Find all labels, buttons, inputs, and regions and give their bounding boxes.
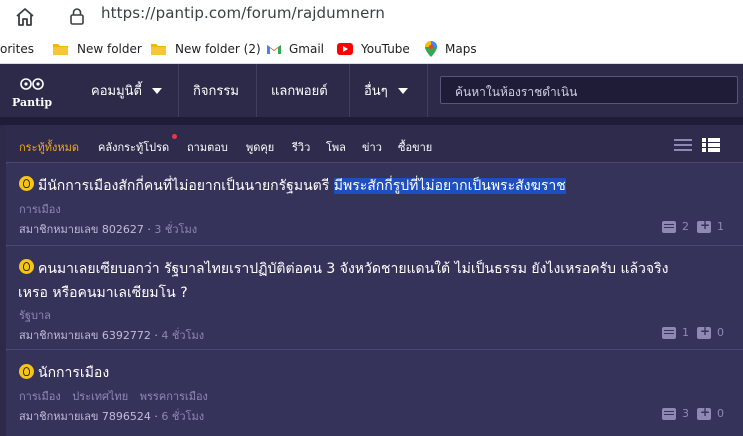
vote-count: 0 — [717, 407, 724, 420]
nav-community[interactable]: คอมมูนิตี้ — [77, 64, 179, 117]
vote-plus-icon — [697, 324, 711, 339]
nav-label: กิจกรรม — [193, 84, 239, 99]
bookmark-label: New folder — [77, 42, 142, 56]
folder-icon — [151, 44, 166, 55]
compact-list-view-icon[interactable] — [674, 138, 692, 152]
bookmark-label: orites — [0, 42, 34, 56]
topic-tags: การเมือง ประเทศไทย พรรคการเมือง — [19, 387, 216, 405]
comment-icon — [662, 220, 676, 233]
topic-title[interactable]: คนมาเลยเซียบอกว่า รัฐบาลไทยเราปฏิบัติต่อ… — [38, 258, 668, 280]
tab-poll[interactable]: โพล — [326, 138, 346, 156]
tag-link[interactable]: รัฐบาล — [19, 309, 51, 322]
bookmark-label: Gmail — [289, 42, 325, 56]
tag-link[interactable]: ประเทศไทย — [72, 390, 128, 403]
topic-tags: รัฐบาล — [19, 306, 59, 324]
maps-icon — [425, 41, 437, 57]
author-link[interactable]: สมาชิกหมายเลข 6392772 — [19, 329, 151, 342]
post-time: 4 ชั่วโมง — [161, 329, 205, 342]
tag-link[interactable]: พรรคการเมือง — [140, 390, 208, 403]
topic-meta: สมาชิกหมายเลข 7896524 · 6 ชั่วโมง — [19, 410, 205, 423]
tab-news[interactable]: ข่าว — [362, 138, 382, 156]
topic-meta: สมาชิกหมายเลข 802627 · 3 ชั่วโมง — [19, 223, 198, 236]
nav-label: อื่นๆ — [364, 84, 388, 99]
post-time: 3 ชั่วโมง — [154, 223, 198, 236]
bookmark-maps[interactable]: Maps — [425, 34, 477, 64]
tab-qa[interactable]: ถามตอบ — [187, 138, 228, 156]
nav-activities[interactable]: กิจกรรม — [179, 64, 257, 117]
comment-count: 2 — [682, 220, 689, 233]
home-icon[interactable] — [14, 6, 36, 28]
list-view-icon[interactable] — [702, 138, 720, 152]
tag-link[interactable]: การเมือง — [19, 203, 61, 216]
topic-title[interactable]: นักการเมือง — [38, 362, 109, 384]
youtube-icon — [337, 43, 353, 55]
bookmark-label: New folder (2) — [175, 42, 261, 56]
topic-title-continued[interactable]: เหรอ หรือคนมาเลเซียมโน ? — [18, 282, 188, 304]
pantip-logo-icon — [20, 78, 44, 90]
vote-count: 0 — [717, 326, 724, 339]
bookmarks-bar: orites New folder New folder (2) Gmail Y… — [0, 34, 743, 64]
topic-title-text: มีนักการเมืองสักกี่คนที่ไม่อยากเป็นนายกร… — [38, 178, 334, 194]
bookmark-youtube[interactable]: YouTube — [337, 34, 410, 64]
comment-count: 1 — [682, 326, 689, 339]
author-link[interactable]: สมาชิกหมายเลข 7896524 — [19, 410, 151, 423]
post-time: 6 ชั่วโมง — [161, 410, 205, 423]
comment-count: 3 — [682, 407, 689, 420]
logo-text: Pantip — [11, 96, 53, 109]
tag-link[interactable]: การเมือง — [19, 390, 61, 403]
pantip-logo[interactable]: Pantip — [8, 74, 56, 110]
topic-stats: 3 0 — [662, 405, 724, 420]
gmail-icon — [267, 44, 281, 54]
bookmark-new-folder-2[interactable]: New folder (2) — [150, 34, 261, 64]
bookmark-label: YouTube — [361, 42, 410, 56]
browser-address-bar: https://pantip.com/forum/rajdumnern — [0, 0, 743, 34]
tab-review[interactable]: รีวิว — [292, 138, 310, 156]
author-link[interactable]: สมาชิกหมายเลข 802627 — [19, 223, 144, 236]
question-bulb-icon — [19, 176, 34, 191]
vote-plus-icon — [697, 218, 711, 233]
url-text[interactable]: https://pantip.com/forum/rajdumnern — [101, 4, 385, 22]
tab-buysell[interactable]: ซื้อขาย — [398, 138, 432, 156]
chevron-down-icon — [397, 87, 408, 94]
bookmark-favorites[interactable]: orites — [0, 34, 34, 64]
notification-dot — [172, 134, 177, 139]
topic-tags: การเมือง — [19, 200, 69, 218]
comment-icon — [662, 407, 676, 420]
nav-redeem-points[interactable]: แลกพอยต์ — [257, 64, 350, 117]
nav-others[interactable]: อื่นๆ — [350, 64, 428, 117]
bookmark-new-folder[interactable]: New folder — [52, 34, 142, 64]
tab-chat[interactable]: พูดคุย — [246, 138, 274, 156]
comment-icon — [662, 326, 676, 339]
question-bulb-icon — [19, 259, 34, 274]
vote-count: 1 — [717, 220, 724, 233]
bookmark-gmail[interactable]: Gmail — [267, 34, 324, 64]
nav-label: คอมมูนิตี้ — [91, 84, 142, 99]
tab-favorites[interactable]: คลังกระทู้โปรด — [98, 138, 169, 156]
vote-plus-icon — [697, 405, 711, 420]
question-bulb-icon — [19, 364, 34, 379]
folder-icon — [53, 44, 68, 55]
topic-stats: 2 1 — [662, 218, 724, 233]
search-input[interactable]: ค้นหาในห้องราชดำเนิน — [440, 76, 738, 104]
topic-title[interactable]: มีนักการเมืองสักกี่คนที่ไม่อยากเป็นนายกร… — [38, 175, 566, 197]
bookmark-label: Maps — [445, 42, 477, 56]
topic-meta: สมาชิกหมายเลข 6392772 · 4 ชั่วโมง — [19, 329, 205, 342]
tab-all-topics[interactable]: กระทู้ทั้งหมด — [19, 138, 79, 156]
topic-stats: 1 0 — [662, 324, 724, 339]
chevron-down-icon — [151, 87, 162, 94]
nav-separator — [0, 117, 743, 125]
lock-icon[interactable] — [67, 6, 87, 26]
topic-title-highlight: มีพระสักกี่รูปที่ไม่อยากเป็นพระสังฆราช — [333, 178, 566, 194]
nav-label: แลกพอยต์ — [271, 84, 328, 99]
